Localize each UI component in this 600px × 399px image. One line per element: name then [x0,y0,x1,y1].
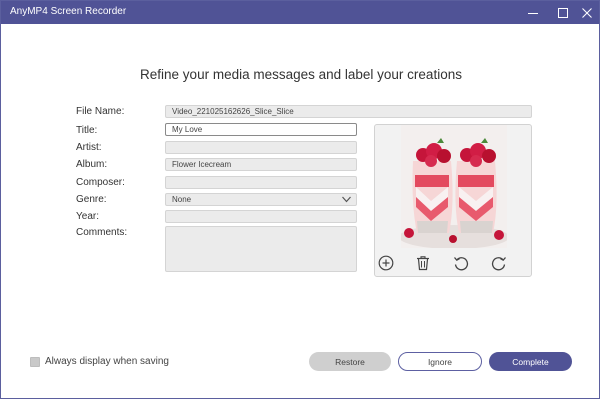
always-display-checkbox[interactable] [30,356,40,367]
trash-icon [417,256,429,271]
always-display-label: Always display when saving [45,356,169,367]
title-input[interactable]: My Love [165,123,357,136]
composer-input[interactable] [165,176,357,189]
rotate-left-button[interactable] [451,253,471,273]
rotate-right-icon [491,257,506,271]
comments-label: Comments: [76,227,128,238]
file-name-field: Video_221025162626_Slice_Slice [165,105,532,118]
add-cover-button[interactable] [376,253,396,273]
genre-select-value: None [172,195,192,204]
genre-select[interactable]: None [165,193,357,206]
cover-image [401,125,507,248]
close-button[interactable] [575,1,599,24]
title-bar: AnyMP4 Screen Recorder [1,1,599,24]
maximize-icon [558,7,568,18]
add-icon [378,255,394,271]
delete-cover-button[interactable] [413,253,433,273]
year-label: Year: [76,211,99,222]
artist-input[interactable] [165,141,357,154]
title-label: Title: [76,125,98,136]
minimize-button[interactable] [521,1,545,24]
rotate-left-icon [454,257,469,271]
ignore-button[interactable]: Ignore [398,352,482,371]
year-input[interactable] [165,210,357,223]
complete-button[interactable]: Complete [489,352,572,371]
composer-label: Composer: [76,177,125,188]
app-title: AnyMP4 Screen Recorder [10,6,127,17]
rotate-right-button[interactable] [489,253,509,273]
page-heading: Refine your media messages and label you… [140,67,462,82]
album-label: Album: [76,159,108,170]
close-icon [582,7,592,18]
minimize-icon [528,12,538,14]
restore-button[interactable]: Restore [309,352,391,371]
chevron-down-icon [342,196,351,203]
genre-label: Genre: [76,194,107,205]
always-display-option[interactable]: Always display when saving [30,356,169,367]
comments-textarea[interactable] [165,226,357,272]
maximize-button[interactable] [551,1,575,24]
artist-label: Artist: [76,142,102,153]
cover-preview-panel [374,124,532,277]
app-window: AnyMP4 Screen Recorder Refine your media… [0,0,600,399]
album-input[interactable]: Flower Icecream [165,158,357,171]
file-name-label: File Name: [76,106,125,117]
